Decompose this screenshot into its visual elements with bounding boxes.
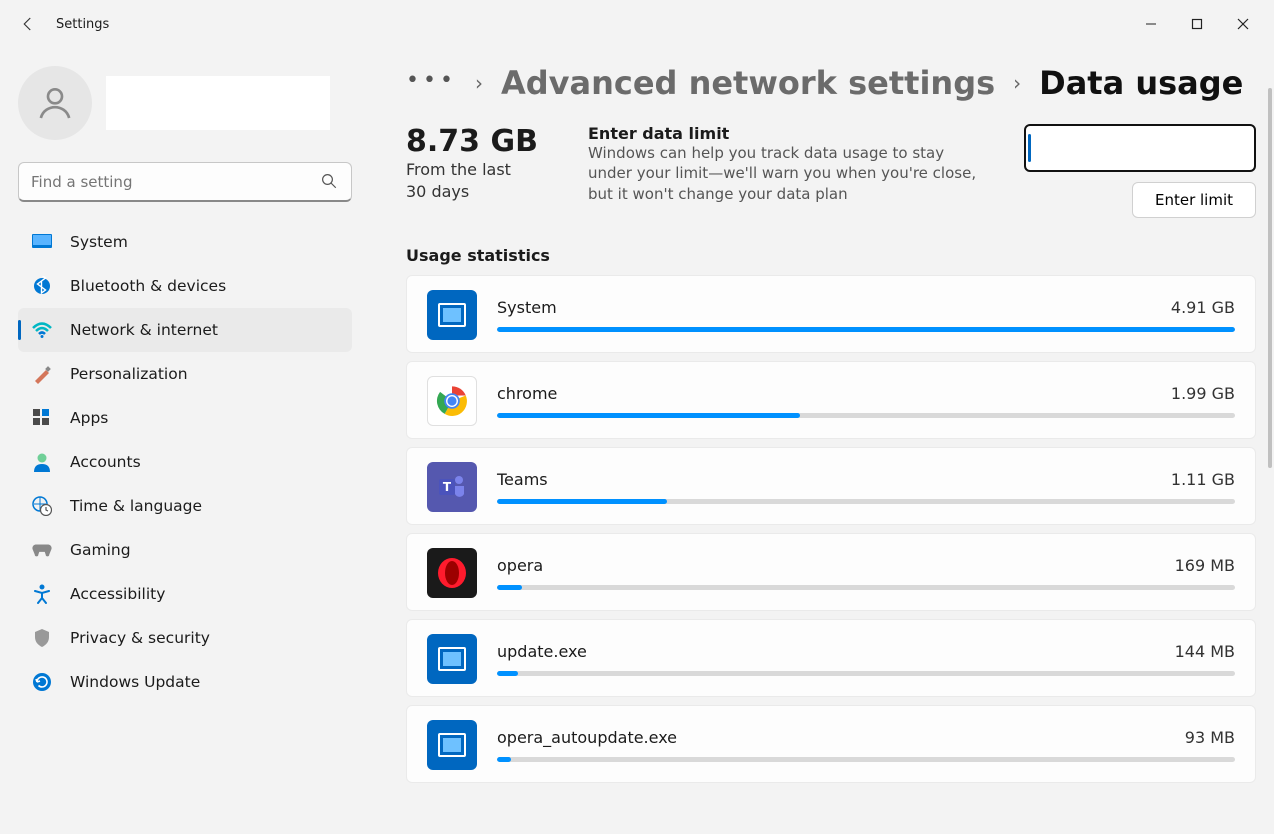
sidebar: System Bluetooth & devices Network & int… bbox=[0, 48, 370, 834]
app-name: chrome bbox=[497, 384, 557, 403]
usage-row[interactable]: update.exe 144 MB bbox=[406, 619, 1256, 697]
usage-row[interactable]: opera 169 MB bbox=[406, 533, 1256, 611]
search-icon bbox=[320, 172, 338, 194]
brush-icon bbox=[32, 364, 52, 384]
sidebar-item-apps[interactable]: Apps bbox=[18, 396, 352, 440]
bluetooth-icon bbox=[32, 276, 52, 296]
chevron-right-icon: › bbox=[475, 71, 483, 95]
usage-row[interactable]: System 4.91 GB bbox=[406, 275, 1256, 353]
system-app-icon bbox=[427, 720, 477, 770]
usage-bar bbox=[497, 671, 1235, 676]
globe-clock-icon bbox=[32, 496, 52, 516]
app-name: System bbox=[497, 298, 557, 317]
sidebar-item-label: Privacy & security bbox=[70, 629, 210, 647]
summary-row: 8.73 GB From the last 30 days Enter data… bbox=[406, 124, 1256, 246]
page-title: Data usage bbox=[1039, 64, 1243, 102]
display-icon bbox=[32, 232, 52, 252]
breadcrumb: ••• › Advanced network settings › Data u… bbox=[406, 56, 1256, 124]
main-content: ••• › Advanced network settings › Data u… bbox=[370, 48, 1274, 834]
close-button[interactable] bbox=[1220, 8, 1266, 40]
sidebar-item-label: Personalization bbox=[70, 365, 188, 383]
app-usage-amount: 93 MB bbox=[1185, 728, 1235, 747]
app-usage-amount: 144 MB bbox=[1175, 642, 1235, 661]
breadcrumb-parent[interactable]: Advanced network settings bbox=[501, 64, 995, 102]
sidebar-item-label: Network & internet bbox=[70, 321, 218, 339]
system-app-icon bbox=[427, 290, 477, 340]
svg-text:T: T bbox=[443, 480, 452, 494]
usage-bar bbox=[497, 499, 1235, 504]
sidebar-item-label: System bbox=[70, 233, 128, 251]
sidebar-item-label: Apps bbox=[70, 409, 108, 427]
network-selector-dropdown[interactable] bbox=[1024, 124, 1256, 172]
sidebar-item-label: Gaming bbox=[70, 541, 131, 559]
data-limit-info: Enter data limit Windows can help you tr… bbox=[588, 124, 992, 204]
app-name: Teams bbox=[497, 470, 548, 489]
usage-bar bbox=[497, 585, 1235, 590]
apps-icon bbox=[32, 408, 52, 428]
usage-bar bbox=[497, 757, 1235, 762]
enter-limit-button[interactable]: Enter limit bbox=[1132, 182, 1256, 218]
avatar bbox=[18, 66, 92, 140]
app-usage-amount: 4.91 GB bbox=[1171, 298, 1235, 317]
sidebar-item-system[interactable]: System bbox=[18, 220, 352, 264]
limit-title: Enter data limit bbox=[588, 124, 992, 143]
app-usage-amount: 1.99 GB bbox=[1171, 384, 1235, 403]
breadcrumb-more-icon[interactable]: ••• bbox=[406, 68, 457, 99]
back-button[interactable] bbox=[8, 4, 48, 44]
limit-description: Windows can help you track data usage to… bbox=[588, 143, 992, 204]
usage-bar bbox=[497, 327, 1235, 332]
total-usage: 8.73 GB From the last 30 days bbox=[406, 124, 556, 202]
teams-icon: T bbox=[427, 462, 477, 512]
sidebar-item-personalization[interactable]: Personalization bbox=[18, 352, 352, 396]
total-amount: 8.73 GB bbox=[406, 124, 556, 159]
chrome-icon bbox=[427, 376, 477, 426]
window-title: Settings bbox=[56, 17, 109, 32]
gamepad-icon bbox=[32, 540, 52, 560]
app-name: opera bbox=[497, 556, 543, 575]
sidebar-item-accounts[interactable]: Accounts bbox=[18, 440, 352, 484]
accessibility-icon bbox=[32, 584, 52, 604]
sidebar-item-label: Time & language bbox=[70, 497, 202, 515]
scrollbar-thumb[interactable] bbox=[1268, 88, 1272, 468]
account-block[interactable] bbox=[18, 56, 352, 158]
sidebar-item-time[interactable]: Time & language bbox=[18, 484, 352, 528]
update-icon bbox=[32, 672, 52, 692]
sidebar-item-update[interactable]: Windows Update bbox=[18, 660, 352, 704]
section-title: Usage statistics bbox=[406, 246, 1256, 265]
sidebar-nav: System Bluetooth & devices Network & int… bbox=[18, 220, 352, 704]
sidebar-item-accessibility[interactable]: Accessibility bbox=[18, 572, 352, 616]
minimize-button[interactable] bbox=[1128, 8, 1174, 40]
usage-row[interactable]: T Teams 1.11 GB bbox=[406, 447, 1256, 525]
sidebar-item-label: Windows Update bbox=[70, 673, 200, 691]
usage-row[interactable]: chrome 1.99 GB bbox=[406, 361, 1256, 439]
sidebar-item-bluetooth[interactable]: Bluetooth & devices bbox=[18, 264, 352, 308]
titlebar: Settings bbox=[0, 0, 1274, 48]
maximize-button[interactable] bbox=[1174, 8, 1220, 40]
app-usage-amount: 169 MB bbox=[1175, 556, 1235, 575]
sidebar-item-label: Accessibility bbox=[70, 585, 165, 603]
usage-row[interactable]: opera_autoupdate.exe 93 MB bbox=[406, 705, 1256, 783]
search-box[interactable] bbox=[18, 162, 352, 202]
person-icon bbox=[32, 452, 52, 472]
system-app-icon bbox=[427, 634, 477, 684]
chevron-right-icon: › bbox=[1013, 71, 1021, 95]
search-input[interactable] bbox=[18, 162, 352, 202]
account-name-block bbox=[106, 76, 330, 130]
usage-list: System 4.91 GB chrome 1.99 GB T Teams 1.11 GB o… bbox=[406, 275, 1256, 783]
scrollbar[interactable] bbox=[1264, 48, 1272, 834]
app-name: update.exe bbox=[497, 642, 587, 661]
sidebar-item-network[interactable]: Network & internet bbox=[18, 308, 352, 352]
sidebar-item-label: Bluetooth & devices bbox=[70, 277, 226, 295]
app-name: opera_autoupdate.exe bbox=[497, 728, 677, 747]
usage-bar bbox=[497, 413, 1235, 418]
wifi-icon bbox=[32, 320, 52, 340]
shield-icon bbox=[32, 628, 52, 648]
sidebar-item-privacy[interactable]: Privacy & security bbox=[18, 616, 352, 660]
opera-icon bbox=[427, 548, 477, 598]
total-period: From the last 30 days bbox=[406, 159, 536, 202]
sidebar-item-label: Accounts bbox=[70, 453, 141, 471]
app-usage-amount: 1.11 GB bbox=[1171, 470, 1235, 489]
sidebar-item-gaming[interactable]: Gaming bbox=[18, 528, 352, 572]
